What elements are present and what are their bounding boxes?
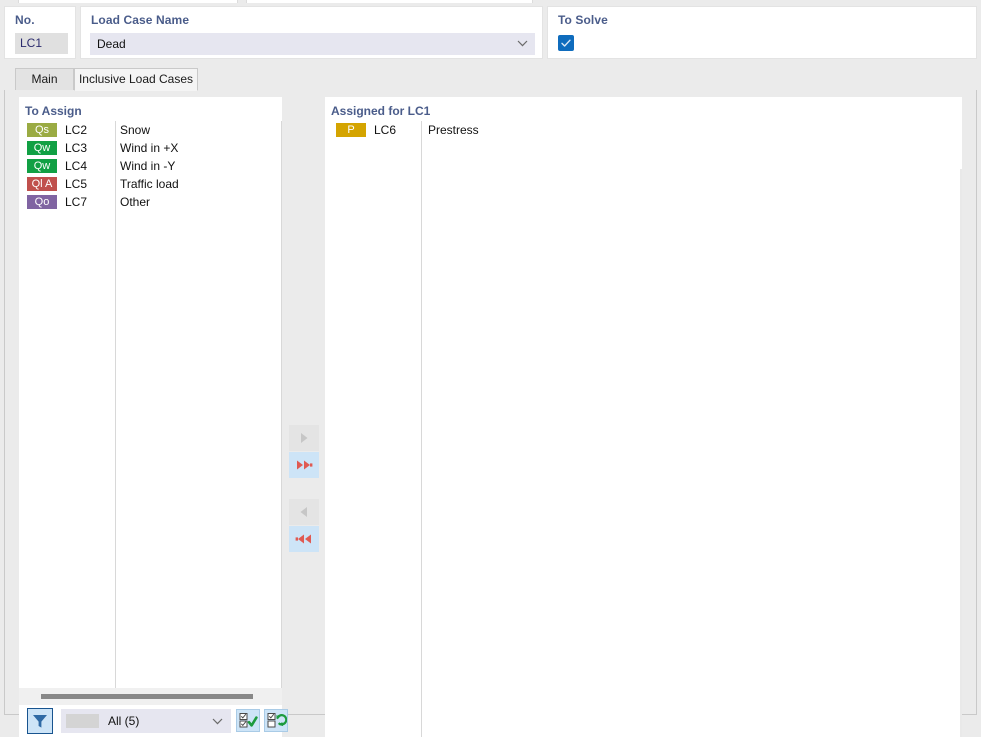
inclusive-load-cases-panel: To Assign Qs LC2 Snow Qw LC3 Wind in +X …: [4, 90, 977, 737]
double-right-arrow-icon: [289, 452, 319, 478]
load-case-type-badge: Ql A: [27, 177, 57, 191]
load-case-name: Prestress: [428, 123, 479, 137]
load-case-name: Traffic load: [120, 177, 179, 191]
invert-selection-icon: [265, 710, 287, 731]
to-solve-checkbox[interactable]: [558, 35, 574, 51]
double-left-arrow-icon: [289, 526, 319, 552]
load-case-number: LC3: [65, 141, 88, 155]
load-case-type-badge: P: [336, 123, 366, 137]
to-assign-horizontal-scrollbar[interactable]: [19, 688, 282, 705]
filter-button[interactable]: [27, 708, 53, 734]
load-case-number: LC5: [65, 177, 88, 191]
load-case-number: LC6: [374, 123, 397, 137]
load-case-name-group: Load Case Name Dead: [80, 6, 543, 59]
chevron-down-icon: [517, 40, 528, 47]
load-case-type-badge: Qw: [27, 141, 57, 155]
assign-single-button[interactable]: [289, 425, 319, 451]
top-partial-panel-right: [246, 0, 533, 3]
tab-inclusive-load-cases[interactable]: Inclusive Load Cases: [74, 68, 198, 91]
load-case-number-field[interactable]: LC1: [15, 33, 68, 54]
single-left-arrow-icon: [289, 499, 319, 525]
unassign-all-button[interactable]: [289, 526, 319, 552]
assigned-panel: Assigned for LC1 P LC6 Prestress: [325, 97, 962, 737]
unassign-single-button[interactable]: [289, 499, 319, 525]
list-item[interactable]: Qo LC7 Other: [19, 193, 282, 211]
check-icon: [558, 35, 574, 51]
scrollbar-thumb[interactable]: [41, 694, 253, 699]
list-item[interactable]: Qw LC4 Wind in -Y: [19, 157, 282, 175]
load-case-number: LC7: [65, 195, 88, 209]
list-item[interactable]: Qs LC2 Snow: [19, 121, 282, 139]
to-assign-list[interactable]: Qs LC2 Snow Qw LC3 Wind in +X Qw LC4 Win…: [19, 121, 282, 688]
window-top-edge: [0, 0, 981, 4]
load-case-name: Other: [120, 195, 151, 209]
load-case-type-badge: Qo: [27, 195, 57, 209]
tabstrip: Main Inclusive Load Cases: [4, 68, 977, 91]
assigned-list[interactable]: P LC6 Prestress: [325, 121, 962, 737]
load-case-number: LC2: [65, 123, 88, 137]
column-separator-1: [421, 121, 422, 737]
load-case-number-group: No. LC1: [4, 6, 76, 59]
transfer-button-column: [287, 90, 321, 715]
filter-select[interactable]: All (5): [61, 709, 231, 733]
assigned-title: Assigned for LC1: [331, 104, 431, 118]
load-case-name-label: Load Case Name: [91, 13, 190, 27]
list-item[interactable]: Ql A LC5 Traffic load: [19, 175, 282, 193]
load-case-name-combobox[interactable]: Dead: [90, 33, 535, 55]
load-case-name: Wind in -Y: [120, 159, 176, 173]
assigned-vertical-scrollbar[interactable]: [960, 169, 962, 737]
invert-selection-button[interactable]: [264, 709, 288, 732]
top-partial-panel-left: [18, 0, 238, 3]
load-case-name-value: Dead: [97, 37, 126, 51]
single-right-arrow-icon: [289, 425, 319, 451]
to-assign-toolbar: All (5): [19, 705, 288, 737]
to-solve-group: To Solve: [547, 6, 977, 59]
select-all-checkmark-icon: [237, 710, 259, 731]
filter-color-swatch: [66, 714, 99, 728]
load-case-number: LC4: [65, 159, 88, 173]
to-solve-label: To Solve: [558, 13, 608, 27]
list-item[interactable]: Qw LC3 Wind in +X: [19, 139, 282, 157]
filter-funnel-icon: [28, 709, 52, 733]
load-case-number-label: No.: [15, 13, 35, 27]
to-assign-panel: To Assign Qs LC2 Snow Qw LC3 Wind in +X …: [19, 97, 282, 688]
tab-main[interactable]: Main: [15, 68, 74, 91]
to-assign-title: To Assign: [25, 104, 82, 118]
list-item[interactable]: P LC6 Prestress: [325, 121, 962, 139]
load-case-type-badge: Qs: [27, 123, 57, 137]
load-case-name: Wind in +X: [120, 141, 179, 155]
filter-select-value: All (5): [108, 714, 140, 728]
assign-all-button[interactable]: [289, 452, 319, 478]
load-case-name: Snow: [120, 123, 151, 137]
select-all-button[interactable]: [236, 709, 260, 732]
load-case-type-badge: Qw: [27, 159, 57, 173]
